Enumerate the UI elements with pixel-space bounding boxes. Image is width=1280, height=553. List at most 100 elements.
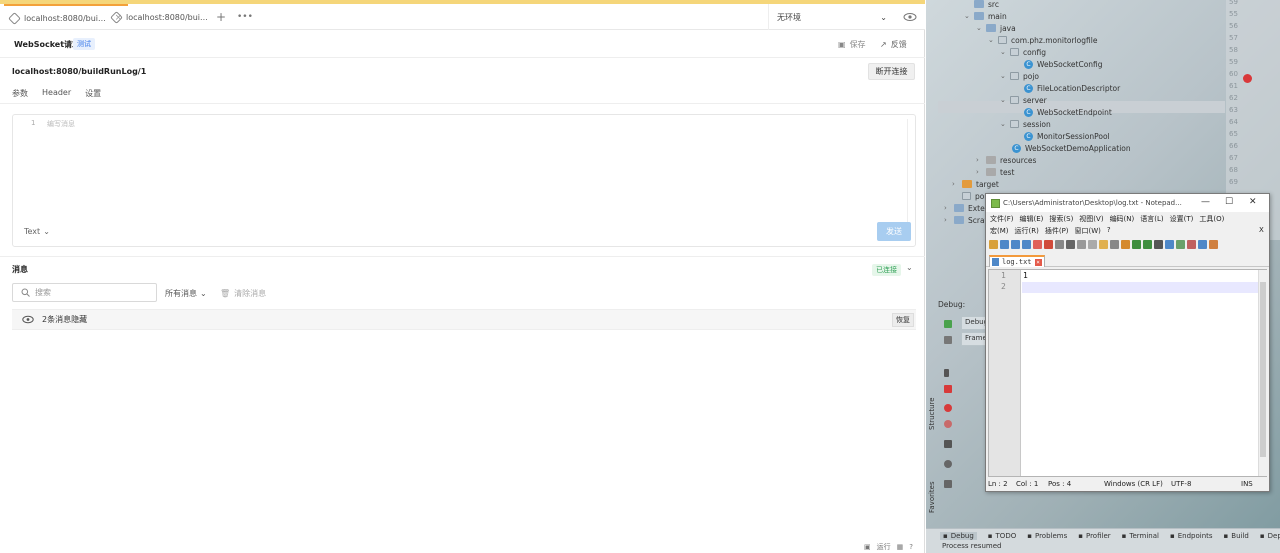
tree-item[interactable]: ⌄ com.phz.monitorlogfile [988,34,1097,46]
tool-window-build[interactable]: ▪ Build [1224,532,1249,540]
view-breakpoints-icon[interactable] [944,404,952,412]
toolbar-icon[interactable] [1187,240,1196,249]
send-button[interactable]: 发送 [877,222,911,241]
menu-item[interactable]: 宏(M) [990,226,1009,236]
camera-icon[interactable] [944,440,952,448]
toolbar-icon[interactable] [1110,240,1119,249]
toolbar-icon[interactable] [1000,240,1009,249]
notepad-editor[interactable]: 1 2 1 [988,269,1267,477]
tree-item[interactable]: C MonitorSessionPool [1014,130,1110,142]
restore-button[interactable]: 恢复 [892,313,914,327]
tree-item[interactable]: ⌄ session [1000,118,1051,130]
search-input[interactable]: 搜索 [12,283,157,302]
menu-item[interactable]: 编辑(E) [1020,214,1044,224]
tool-window-debug[interactable]: ▪ Debug [940,531,977,540]
close-icon[interactable]: ✕ [1249,197,1257,207]
toolbar-icon[interactable] [989,240,998,249]
minimize-icon[interactable]: — [1201,197,1210,207]
tab-settings[interactable]: 设置 [85,88,101,99]
menu-item[interactable]: 窗口(W) [1075,226,1101,236]
clear-messages-button[interactable]: 🗑 清除消息 [220,288,266,299]
chevron-icon[interactable]: ⌄ [976,24,982,32]
tree-item[interactable]: C WebSocketEndpoint [1014,106,1112,118]
tool-window-todo[interactable]: ▪ TODO [988,532,1016,540]
toolbar-icon[interactable] [1209,240,1218,249]
run-label[interactable]: 运行 [877,542,891,552]
url-field[interactable]: localhost:8080/buildRunLog/1 [12,67,146,76]
tab-header[interactable]: Header [42,88,71,99]
tree-item[interactable]: C WebSocketConfig [1014,58,1103,70]
chevron-icon[interactable]: ⌄ [1000,72,1006,80]
toolbar-icon[interactable] [1198,240,1207,249]
chevron-icon[interactable]: › [952,180,958,188]
request-title[interactable]: WebSocket请求 [14,39,80,50]
toolbar-icon[interactable] [1055,240,1064,249]
menu-item[interactable]: 运行(R) [1015,226,1039,236]
toolbar-icon[interactable] [1165,240,1174,249]
chevron-icon[interactable]: ⌄ [1000,96,1006,104]
stop-icon[interactable] [944,385,952,393]
document-tab[interactable]: log.txt × [989,255,1045,267]
maximize-icon[interactable]: ☐ [1225,197,1233,207]
chevron-icon[interactable]: ⌄ [1000,48,1006,56]
menu-item[interactable]: 语言(L) [1140,214,1163,224]
tree-item[interactable]: › test [976,166,1014,178]
scroll-thumb[interactable] [1260,282,1266,457]
tree-item[interactable]: › target [952,178,999,190]
tree-item[interactable]: ⌄ main [964,10,1007,22]
tool-window-profiler[interactable]: ▪ Profiler [1078,532,1110,540]
favorites-tool-tab[interactable]: Favorites [928,481,936,513]
chevron-icon[interactable]: ⌄ [1000,120,1006,128]
tree-item[interactable]: ⌄ pojo [1000,70,1039,82]
layout-icon[interactable]: ▦ [897,543,904,551]
close-document-icon[interactable]: X [1259,226,1264,234]
menu-item[interactable]: 文件(F) [990,214,1014,224]
new-tab-button[interactable]: + [216,4,226,30]
wrench-icon[interactable] [944,336,952,344]
tool-window-problems[interactable]: ▪ Problems [1027,532,1067,540]
tree-item[interactable]: › resources [976,154,1036,166]
toolbar-icon[interactable] [1154,240,1163,249]
toolbar-icon[interactable] [1143,240,1152,249]
chevron-icon[interactable]: › [944,204,950,212]
tree-item[interactable]: src [964,0,999,10]
toolbar-icon[interactable] [1044,240,1053,249]
eye-icon[interactable] [903,10,917,24]
disconnect-button[interactable]: 断开连接 [868,63,915,80]
toolbar-icon[interactable] [1099,240,1108,249]
format-select[interactable]: Text ⌄ [24,227,50,236]
tree-item[interactable]: ⌄ config [1000,46,1046,58]
chevron-icon[interactable]: › [944,216,950,224]
message-filter-select[interactable]: 所有消息 ⌄ [165,288,207,299]
message-editor[interactable]: 1 编写消息 [12,114,916,247]
toolbar-icon[interactable] [1077,240,1086,249]
rerun-icon[interactable] [944,320,952,328]
toolbar-icon[interactable] [1132,240,1141,249]
menu-item[interactable]: 工具(O) [1199,214,1224,224]
tree-item[interactable]: ⌄ java [976,22,1016,34]
menu-item[interactable]: 视图(V) [1079,214,1103,224]
toolbar-icon[interactable] [1121,240,1130,249]
more-icon[interactable]: ••• [237,4,253,30]
toolbar-icon[interactable] [1176,240,1185,249]
save-button[interactable]: ▣ 保存 [838,39,866,50]
menu-item[interactable]: 编码(N) [1110,214,1135,224]
structure-tool-tab[interactable]: Structure [928,397,936,430]
chevron-icon[interactable]: › [976,156,982,164]
pause-icon[interactable] [944,369,949,377]
environment-select[interactable]: 无环境 ⌄ [768,4,895,30]
tree-item[interactable]: C WebSocketDemoApplication [1002,142,1131,154]
feedback-button[interactable]: ↗ 反馈 [880,39,907,50]
toolbar-icon[interactable] [1066,240,1075,249]
breakpoint-icon[interactable] [1243,74,1252,83]
tree-item[interactable]: ⌄ server [1000,94,1047,106]
toolbar-icon[interactable] [1033,240,1042,249]
run-icon[interactable]: ▣ [864,543,871,551]
menu-item[interactable]: 搜索(S) [1049,214,1073,224]
menu-item[interactable]: 插件(P) [1045,226,1069,236]
toolbar-icon[interactable] [1022,240,1031,249]
help-icon[interactable]: ? [909,543,913,551]
gear-icon[interactable] [944,460,952,468]
tree-item[interactable]: C FileLocationDescriptor [1014,82,1120,94]
tool-window-terminal[interactable]: ▪ Terminal [1122,532,1159,540]
